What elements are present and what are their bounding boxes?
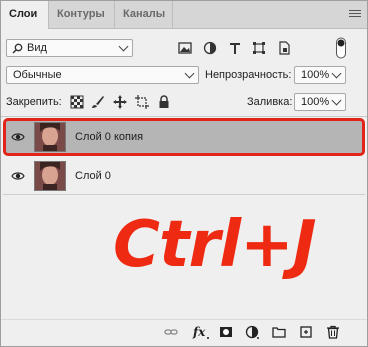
chevron-down-icon [184,68,195,79]
svg-text:fx: fx [192,325,206,339]
lock-position-icon[interactable] [113,95,127,109]
visibility-eye-icon[interactable] [11,130,25,144]
tab-paths[interactable]: Контуры [49,1,115,28]
filter-adjustment-icon[interactable] [203,41,217,55]
layer-row-selected[interactable]: Слой 0 копия [3,118,365,156]
layer-thumbnail [34,161,66,191]
divider [1,116,367,117]
opacity-field[interactable]: 100% [294,66,346,84]
search-icon [12,43,23,54]
layer-row[interactable]: Слой 0 [3,157,365,195]
link-icon[interactable] [164,325,178,339]
filter-kind-value: Вид [27,42,47,54]
tab-channels[interactable]: Каналы [115,1,173,28]
fill-field[interactable]: 100% [294,93,346,111]
opacity-label: Непрозрачность: [205,69,292,81]
chevron-down-icon [331,68,342,79]
lock-transparent-icon[interactable] [70,95,84,109]
visibility-eye-icon[interactable] [11,169,25,183]
lock-image-icon[interactable] [91,95,105,109]
filter-smart-object-icon[interactable] [277,41,291,55]
panel-tabs: Слои Контуры Каналы [1,1,367,29]
trash-icon[interactable] [326,325,340,339]
fill-value: 100% [301,96,330,108]
chevron-down-icon [331,95,342,106]
tab-layers[interactable]: Слои [1,1,49,29]
layer-name[interactable]: Слой 0 [75,169,111,183]
opacity-value: 100% [301,69,330,81]
layer-thumbnail [34,122,66,152]
folder-icon[interactable] [272,325,286,339]
blend-mode-value: Обычные [13,69,62,81]
filter-toggle-switch[interactable] [335,37,347,59]
layer-name[interactable]: Слой 0 копия [75,130,143,144]
filter-kind-select[interactable]: Вид [6,39,133,57]
shortcut-overlay-text: Ctrl+J [113,208,316,282]
filter-pixel-icon[interactable] [178,41,192,55]
lock-all-icon[interactable] [157,95,171,109]
filter-type-icon[interactable] [228,41,242,55]
blend-mode-select[interactable]: Обычные [6,66,199,84]
filter-shape-icon[interactable] [252,41,266,55]
fx-icon[interactable]: fx [192,325,210,339]
lock-label: Закрепить: [6,96,62,108]
adjustment-icon[interactable] [245,325,259,339]
mask-icon[interactable] [219,325,233,339]
chevron-down-icon [118,41,129,52]
panel-menu-icon[interactable] [349,10,361,19]
fill-label: Заливка: [247,96,293,108]
lock-artboard-icon[interactable] [135,95,149,109]
new-layer-icon[interactable] [299,325,313,339]
layers-panel: Слои Контуры Каналы Вид Обычные Непрозра… [0,0,368,347]
divider [1,319,367,320]
